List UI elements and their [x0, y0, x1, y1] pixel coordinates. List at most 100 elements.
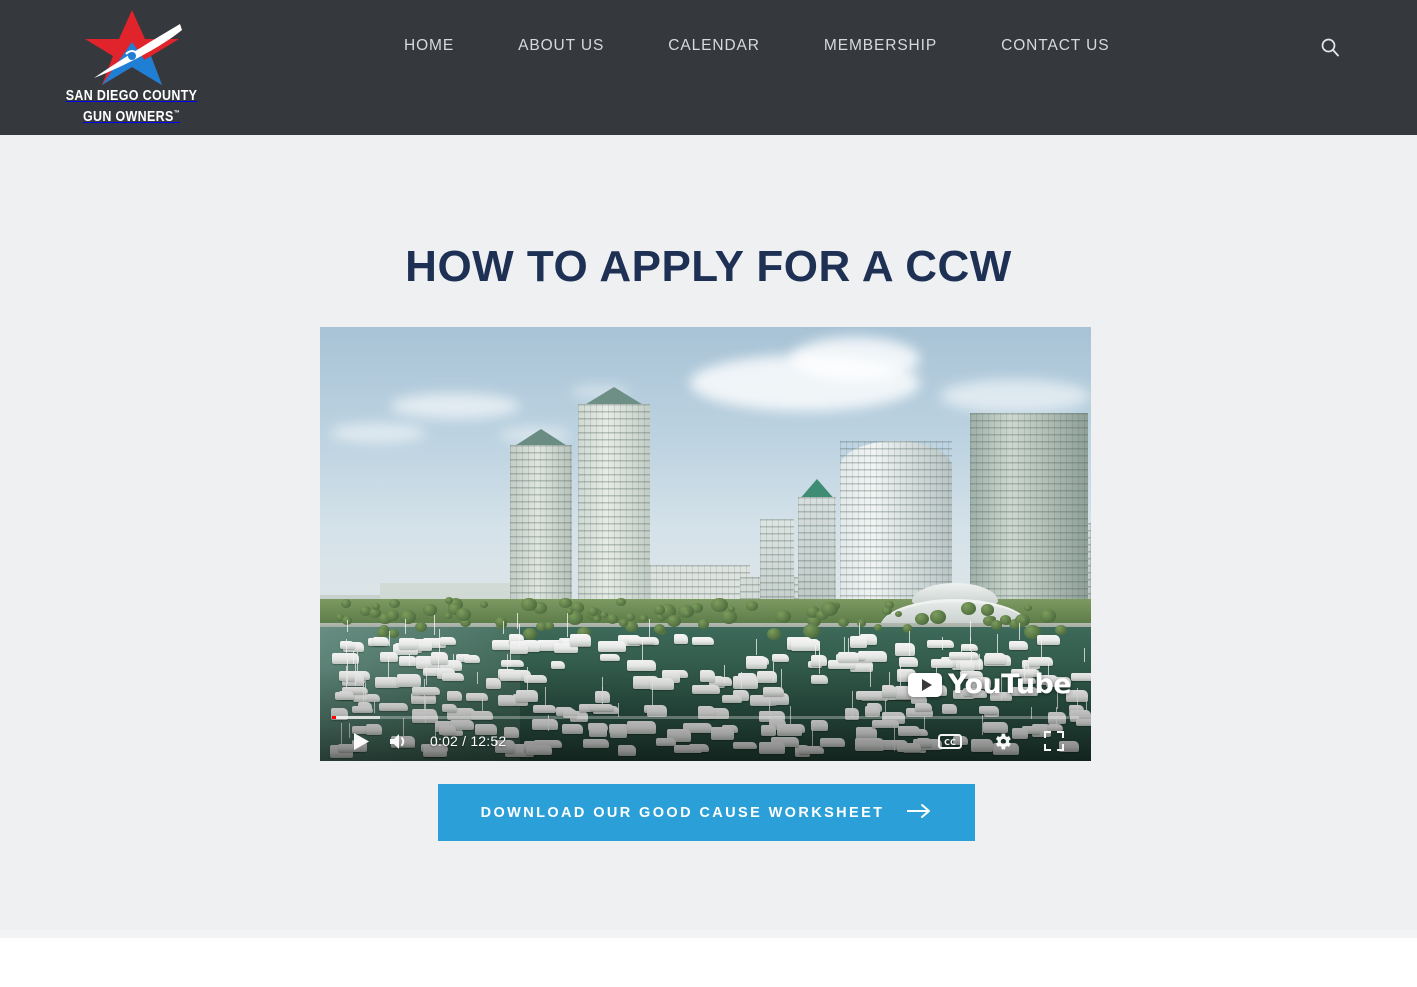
cloud: [390, 393, 520, 419]
boat-mast: [347, 620, 349, 633]
boat: [979, 706, 998, 715]
boat: [772, 654, 789, 662]
tree: [882, 606, 892, 615]
boat: [441, 672, 465, 682]
boat-mast: [518, 623, 520, 648]
site-header: SAN DIEGO COUNTY GUN OWNERS™ HOME ABOUT …: [0, 0, 1417, 135]
video-player[interactable]: YouTube 0:02 / 12:52 CC: [320, 327, 1091, 761]
boat-mast: [819, 652, 821, 675]
closed-captions-icon[interactable]: CC: [931, 721, 969, 761]
search-icon[interactable]: [1317, 34, 1343, 60]
boat-mast: [971, 651, 973, 665]
boat-mast: [409, 653, 411, 667]
boat: [597, 641, 627, 653]
tree: [837, 617, 849, 628]
cloud: [790, 337, 920, 381]
boat-mast: [979, 654, 981, 670]
boat-mast: [848, 637, 850, 652]
boat-mast: [502, 620, 504, 635]
boat-mast: [942, 636, 944, 651]
boat: [379, 702, 408, 712]
boat: [692, 637, 714, 646]
tree: [455, 608, 471, 621]
boat-mast: [756, 639, 758, 656]
nav-item-calendar[interactable]: CALENDAR: [668, 33, 760, 59]
tree: [960, 601, 977, 615]
boat: [352, 694, 381, 702]
page-title: HOW TO APPLY FOR A CCW: [405, 242, 1012, 291]
nav-item-about-us[interactable]: ABOUT US: [518, 33, 604, 59]
tree: [1040, 609, 1057, 623]
boat-mast: [405, 618, 407, 634]
boat-mast: [888, 671, 890, 687]
boat: [446, 690, 462, 701]
logo-line-1: SAN DIEGO COUNTY: [66, 88, 198, 104]
boat: [600, 653, 621, 662]
boat: [440, 637, 456, 646]
nav-item-membership[interactable]: MEMBERSHIP: [824, 33, 937, 59]
boat-mast: [434, 615, 436, 635]
boat: [673, 634, 688, 644]
boat-mast: [476, 671, 478, 684]
boat: [745, 656, 767, 669]
boat: [411, 687, 440, 695]
boat: [811, 675, 828, 684]
boat: [500, 660, 524, 668]
boat-mast: [1018, 623, 1020, 641]
settings-gear-icon[interactable]: [983, 721, 1021, 761]
boat-mast: [388, 631, 390, 646]
video-controls-right: CC: [931, 721, 1073, 761]
boat: [499, 672, 521, 681]
boat: [881, 685, 896, 698]
download-worksheet-button[interactable]: DOWNLOAD OUR GOOD CAUSE WORKSHEET: [438, 784, 975, 841]
boat: [647, 705, 668, 717]
boat: [335, 691, 354, 700]
boat-mast: [601, 686, 603, 706]
boat-mast: [507, 653, 509, 671]
boat-mast: [356, 651, 358, 676]
boat: [497, 694, 516, 706]
tree: [606, 614, 619, 624]
video-progress-bar[interactable]: [332, 716, 1079, 719]
boat-mast: [641, 637, 643, 664]
youtube-wordmark: YouTube: [948, 669, 1072, 700]
cloud: [330, 423, 426, 443]
boat-mast: [618, 702, 620, 717]
building-hotel-tower: [578, 404, 650, 619]
boat-mast: [439, 628, 441, 653]
nav-item-contact-us[interactable]: CONTACT US: [1001, 33, 1109, 59]
fullscreen-icon[interactable]: [1035, 721, 1073, 761]
tree: [385, 609, 399, 622]
boat: [339, 641, 356, 650]
boat: [398, 638, 419, 650]
tree: [588, 607, 598, 616]
tree: [666, 614, 682, 627]
building-hotel-tower: [510, 445, 572, 619]
volume-icon[interactable]: [380, 721, 418, 761]
tree: [522, 627, 538, 640]
site-logo[interactable]: SAN DIEGO COUNTY GUN OWNERS™: [62, 8, 202, 128]
tree: [746, 600, 759, 611]
nav-item-home[interactable]: HOME: [404, 33, 454, 59]
boat-mast: [424, 699, 426, 724]
boat: [569, 634, 592, 646]
boat-mast: [652, 684, 654, 706]
video-progress-loaded: [332, 716, 380, 719]
play-icon[interactable]: [342, 721, 380, 761]
boat-mast: [852, 691, 854, 717]
boat-mast: [481, 693, 483, 716]
tree: [520, 597, 537, 612]
boat-mast: [969, 638, 971, 651]
svg-text:CC: CC: [944, 738, 956, 747]
boat-mast: [908, 631, 910, 656]
cloud: [940, 379, 1090, 413]
boat: [762, 686, 785, 697]
tree: [616, 598, 626, 606]
youtube-play-badge-icon: [908, 672, 943, 697]
section-divider: [0, 930, 1417, 938]
boat-mast: [452, 653, 454, 669]
boat-mast: [345, 639, 347, 656]
youtube-watermark[interactable]: YouTube: [908, 669, 1072, 700]
boat: [790, 639, 821, 652]
boat: [372, 636, 389, 646]
